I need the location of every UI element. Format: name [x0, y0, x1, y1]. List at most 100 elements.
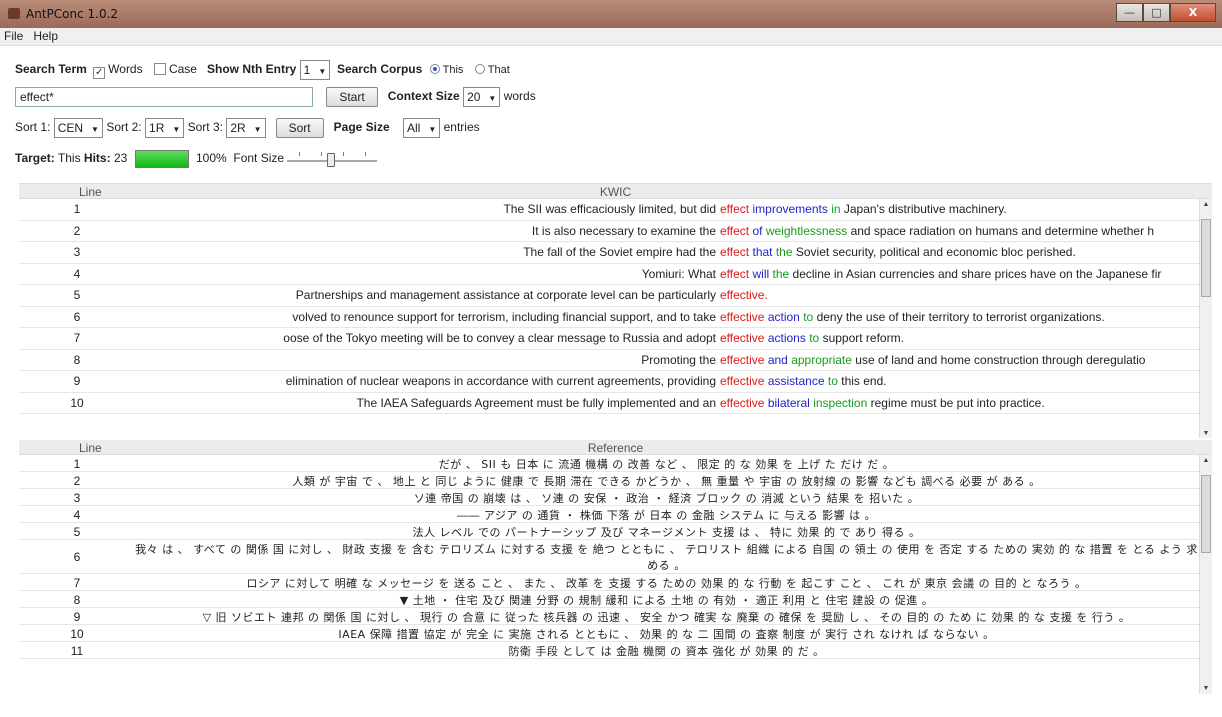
scroll-up-icon: ▲ [1202, 201, 1210, 208]
table-row[interactable]: 4 ―― アジア の 通貨 ・ 株価 下落 が 日本 の 金融 システム に 与え… [19, 506, 1212, 523]
reference-scrollbar[interactable]: ▲ ▼ [1199, 455, 1212, 694]
kwic-node: effective [720, 352, 765, 367]
slider-tick [365, 152, 367, 156]
kwic-line: oose of the Tokyo meeting will be to con… [135, 328, 1198, 349]
sort1-select[interactable]: CEN ▼ [53, 118, 103, 138]
row-line-number: 10 [70, 627, 84, 641]
show-nth-label: Show Nth Entry [206, 62, 297, 77]
kwic-r1: assistance [767, 374, 825, 388]
kwic-rest: and space radiation on humans and determ… [850, 223, 1155, 238]
reference-text: ―― アジア の 通貨 ・ 株価 下落 が 日本 の 金融 システム に 与える… [135, 507, 1198, 522]
kwic-right-context: effective. [720, 288, 768, 302]
kwic-r2: in [831, 202, 841, 216]
kwic-right-context: effective bilateral inspection regime mu… [720, 396, 1045, 410]
maximize-button[interactable]: □ [1143, 3, 1170, 22]
sort-button[interactable]: Sort [275, 118, 324, 138]
kwic-left-context: The SII was efficaciously limited, but d… [503, 202, 716, 216]
kwic-right-context: effective action to deny the use of thei… [720, 310, 1105, 324]
table-row[interactable]: 5 Partnerships and management assistance … [19, 285, 1212, 307]
table-row[interactable]: 8 Promoting the effective and appropriate … [19, 350, 1212, 371]
table-row[interactable]: 11 防衛 手段 として は 金融 機関 の 資本 強化 が 効果 的 だ 。 [19, 642, 1212, 659]
this-radio[interactable] [429, 64, 440, 75]
kwic-r1: actions [767, 331, 806, 345]
kwic-rest: deny the use of their territory to terro… [816, 309, 1105, 324]
status-row: Target: This Hits: 23 100% Font Size [15, 150, 1222, 168]
kwic-r2: the [775, 245, 793, 259]
row-line-number: 5 [73, 288, 81, 302]
context-size-select[interactable]: 20 ▼ [463, 87, 501, 107]
minimize-button[interactable]: — [1116, 3, 1143, 22]
scroll-up-icon: ▲ [1202, 457, 1210, 464]
table-row[interactable]: 9 ▽ 旧 ソビエト 連邦 の 関係 国 に対し 、 現行 の 合意 に 従った … [19, 608, 1212, 625]
scroll-down-icon: ▼ [1202, 685, 1210, 692]
table-row[interactable]: 10 The IAEA Safeguards Agreement must be … [19, 393, 1212, 414]
kwic-left-context: It is also necessary to examine the [531, 223, 716, 238]
slider-knob[interactable] [327, 153, 336, 167]
kwic-right-context: effect will the decline in Asian currenc… [720, 267, 1161, 281]
kwic-r2: weightlessness [765, 223, 848, 238]
table-row[interactable]: 1 だが 、 SII も 日本 に 流通 機構 の 改善 など 、 限定 的 な … [19, 455, 1212, 472]
kwic-r1: and [767, 352, 788, 367]
row-line-number: 10 [70, 395, 84, 410]
row-line-number: 3 [73, 491, 81, 505]
nth-select[interactable]: 1 ▼ [299, 60, 331, 80]
table-row[interactable]: 6 我々 は 、 すべて の 関係 国 に対し 、 財政 支援 を 含む テロリズ… [19, 540, 1212, 574]
chevron-down-icon: ▼ [91, 125, 99, 134]
table-row[interactable]: 5 法人 レベル での パートナーシップ 及び マネージメント 支援 は 、 特に… [19, 523, 1212, 540]
case-checkbox[interactable] [153, 63, 166, 76]
ref-col-reference[interactable]: Reference [19, 441, 1212, 455]
kwic-line: It is also necessary to examine the effec… [135, 221, 1198, 242]
menu-help[interactable]: Help [29, 28, 64, 43]
case-label: Case [168, 62, 197, 77]
table-row[interactable]: 8 ▼ 土地 ・ 住宅 及び 関連 分野 の 規制 緩和 による 土地 の 有効 … [19, 591, 1212, 608]
target-label: Target: [15, 151, 55, 166]
table-row[interactable]: 2 It is also necessary to examine the effe… [19, 221, 1212, 242]
kwic-col-kwic[interactable]: KWIC [19, 185, 1212, 199]
reference-line: だが 、 SII も 日本 に 流通 機構 の 改善 など 、 限定 的 な 効… [438, 458, 895, 471]
hits-label: Hits: [83, 151, 111, 166]
reference-text: 人類 が 宇宙 で 、 地上 と 同じ ように 健康 で 長期 滞在 できる か… [135, 473, 1198, 488]
close-button[interactable]: X [1170, 3, 1216, 22]
font-size-slider[interactable] [287, 150, 378, 168]
sort3-select[interactable]: 2R ▼ [226, 118, 266, 138]
kwic-node: effective [720, 309, 765, 324]
entries-label: entries [443, 120, 480, 135]
kwic-left-context: Promoting the [641, 352, 716, 367]
kwic-left-context: The fall of the Soviet empire had the [523, 245, 716, 259]
start-button[interactable]: Start [326, 87, 378, 107]
reference-text: ロシア に対して 明確 な メッセージ を 送る こと 、 また 、 改革 を … [135, 575, 1198, 590]
reference-line: 防衛 手段 として は 金融 機関 の 資本 強化 が 効果 的 だ 。 [508, 645, 825, 658]
table-row[interactable]: 3 The fall of the Soviet empire had the ef… [19, 242, 1212, 264]
table-row[interactable]: 4 Yomiuri: What effect will the decline in… [19, 264, 1212, 285]
kwic-line: Partnerships and management assistance a… [135, 285, 1198, 306]
reference-line: 我々 は 、 すべて の 関係 国 に対し 、 財政 支援 を 含む テロリズム… [135, 543, 1198, 556]
words-checkbox[interactable]: ✓ [93, 67, 106, 80]
reference-line: ロシア に対して 明確 な メッセージ を 送る こと 、 また 、 改革 を … [246, 577, 1087, 590]
table-row[interactable]: 2 人類 が 宇宙 で 、 地上 と 同じ ように 健康 で 長期 滞在 できる … [19, 472, 1212, 489]
kwic-right-context: effective actions to support reform. [720, 331, 904, 345]
scroll-thumb[interactable] [1201, 475, 1211, 553]
table-row[interactable]: 7 oose of the Tokyo meeting will be to co… [19, 328, 1212, 350]
row-line-number: 7 [73, 331, 81, 345]
table-row[interactable]: 3 ソ連 帝国 の 崩壊 は 、 ソ連 の 安保 ・ 政治 ・ 経済 ブロック の… [19, 489, 1212, 506]
kwic-scrollbar[interactable]: ▲ ▼ [1199, 199, 1212, 438]
table-row[interactable]: 10 IAEA 保障 措置 協定 が 完全 に 実施 される とともに 、 効果 … [19, 625, 1212, 642]
table-row[interactable]: 1 The SII was efficaciously limited, but … [19, 199, 1212, 221]
slider-tick [299, 152, 301, 156]
kwic-left-context: The IAEA Safeguards Agreement must be fu… [356, 395, 716, 410]
table-row[interactable]: 9 elimination of nuclear weapons in accor… [19, 371, 1212, 393]
menu-file[interactable]: File [0, 28, 29, 43]
table-row[interactable]: 6 volved to renounce support for terroris… [19, 307, 1212, 328]
reference-text: 我々 は 、 すべて の 関係 国 に対し 、 財政 支援 を 含む テロリズム… [135, 541, 1198, 573]
scroll-thumb[interactable] [1201, 219, 1211, 297]
that-radio[interactable] [474, 64, 485, 75]
page-size-select[interactable]: All ▼ [403, 118, 441, 138]
search-input[interactable]: effect* [15, 87, 313, 107]
window-title: AntPConc 1.0.2 [26, 7, 119, 21]
sort2-select[interactable]: 1R ▼ [145, 118, 185, 138]
row-line-number: 9 [73, 374, 81, 388]
kwic-r1: of [752, 223, 763, 238]
kwic-r1: improvements [752, 202, 828, 216]
table-row[interactable]: 7 ロシア に対して 明確 な メッセージ を 送る こと 、 また 、 改革 を… [19, 574, 1212, 591]
reference-text: ソ連 帝国 の 崩壊 は 、 ソ連 の 安保 ・ 政治 ・ 経済 ブロック の … [135, 490, 1198, 505]
